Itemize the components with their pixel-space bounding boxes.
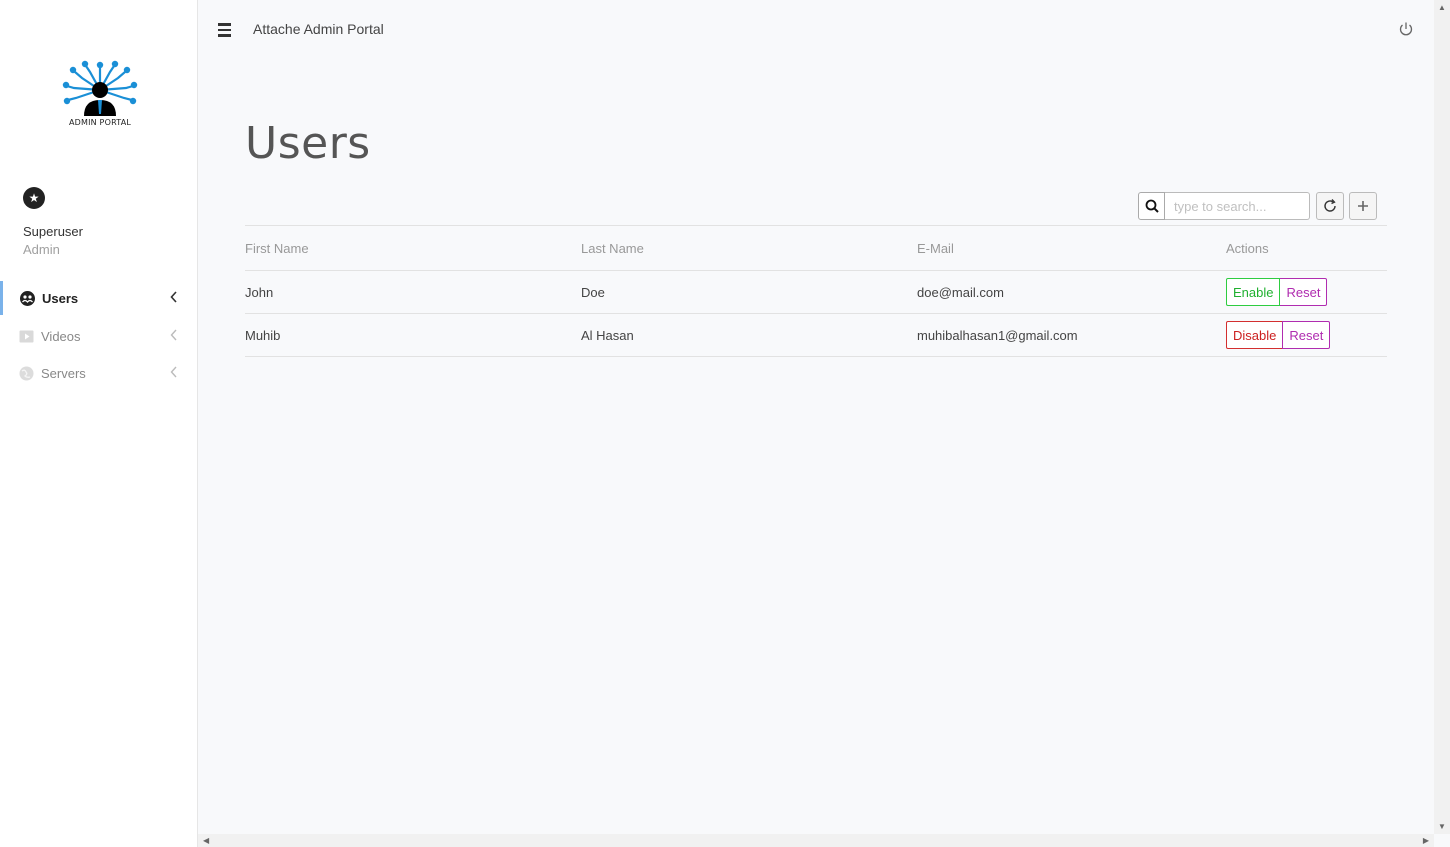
sidebar: ADMIN PORTAL ★ Superuser Admin Users Vid… bbox=[0, 0, 198, 847]
vertical-scrollbar[interactable]: ▲ ▼ bbox=[1434, 0, 1450, 834]
sidebar-item-users[interactable]: Users bbox=[0, 281, 198, 315]
chevron-left-icon bbox=[162, 365, 186, 381]
refresh-icon[interactable] bbox=[1316, 192, 1344, 220]
search-icon[interactable] bbox=[1138, 192, 1165, 220]
cell-first-name: John bbox=[245, 270, 581, 314]
globe-icon bbox=[19, 366, 34, 381]
chevron-left-icon bbox=[162, 328, 186, 344]
cell-first-name: Muhib bbox=[245, 313, 581, 357]
scroll-down-arrow-icon[interactable]: ▼ bbox=[1438, 822, 1446, 831]
user-avatar-star-icon: ★ bbox=[23, 187, 45, 209]
row-actions: Disable Reset bbox=[1226, 321, 1331, 349]
sidebar-item-videos[interactable]: Videos bbox=[0, 319, 198, 353]
plus-icon[interactable] bbox=[1349, 192, 1377, 220]
cell-email: muhibalhasan1@gmail.com bbox=[917, 313, 1226, 357]
users-icon bbox=[20, 290, 35, 306]
column-header-first-name[interactable]: First Name bbox=[245, 225, 581, 271]
sidebar-item-servers[interactable]: Servers bbox=[0, 356, 198, 390]
app-title: Attache Admin Portal bbox=[253, 21, 384, 37]
user-name: Superuser bbox=[23, 224, 83, 239]
power-icon[interactable] bbox=[1398, 21, 1414, 37]
user-role: Admin bbox=[23, 242, 60, 257]
disable-button[interactable]: Disable bbox=[1226, 321, 1284, 349]
column-header-actions: Actions bbox=[1226, 225, 1387, 271]
sidebar-item-label: Servers bbox=[41, 365, 86, 381]
search-input[interactable] bbox=[1165, 192, 1310, 220]
horizontal-scrollbar[interactable]: ◀ ▶ bbox=[198, 834, 1434, 847]
table-header-row: First Name Last Name E-Mail Actions bbox=[245, 225, 1387, 271]
users-table: First Name Last Name E-Mail Actions John… bbox=[245, 225, 1387, 357]
cell-actions: Enable Reset bbox=[1226, 270, 1387, 314]
column-header-last-name[interactable]: Last Name bbox=[581, 225, 917, 271]
hamburger-menu-icon[interactable] bbox=[218, 20, 236, 40]
cell-actions: Disable Reset bbox=[1226, 313, 1387, 357]
cell-last-name: Al Hasan bbox=[581, 313, 917, 357]
table-toolbar bbox=[1138, 192, 1377, 220]
page-title: Users bbox=[245, 118, 371, 169]
topbar: Attache Admin Portal bbox=[198, 0, 1434, 60]
reset-button[interactable]: Reset bbox=[1282, 321, 1331, 349]
sidebar-item-label: Videos bbox=[41, 328, 81, 344]
chevron-left-icon bbox=[162, 290, 186, 306]
cell-email: doe@mail.com bbox=[917, 270, 1226, 314]
table-row: John Doe doe@mail.com Enable Reset bbox=[245, 270, 1387, 314]
reset-button[interactable]: Reset bbox=[1280, 278, 1328, 306]
cell-last-name: Doe bbox=[581, 270, 917, 314]
scroll-left-arrow-icon[interactable]: ◀ bbox=[203, 836, 209, 845]
admin-portal-logo: ADMIN PORTAL bbox=[62, 58, 138, 130]
scroll-up-arrow-icon[interactable]: ▲ bbox=[1438, 3, 1446, 12]
column-header-email[interactable]: E-Mail bbox=[917, 225, 1226, 271]
enable-button[interactable]: Enable bbox=[1226, 278, 1281, 306]
scroll-right-arrow-icon[interactable]: ▶ bbox=[1423, 836, 1429, 845]
video-icon bbox=[19, 329, 34, 344]
logo-text: ADMIN PORTAL bbox=[68, 118, 132, 127]
table-row: Muhib Al Hasan muhibalhasan1@gmail.com D… bbox=[245, 313, 1387, 357]
sidebar-item-label: Users bbox=[42, 290, 79, 306]
row-actions: Enable Reset bbox=[1226, 278, 1328, 306]
